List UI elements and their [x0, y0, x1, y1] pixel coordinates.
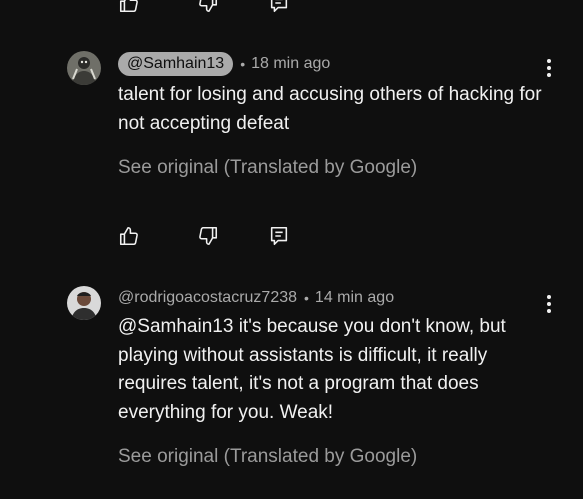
more-vert-icon[interactable] — [540, 56, 558, 80]
see-original-link[interactable]: See original (Translated by Google) — [118, 157, 417, 179]
comment-timestamp: 14 min ago — [314, 289, 395, 306]
comment-meta: @Samhain13 • 18 min ago — [118, 51, 330, 77]
thumb-up-icon[interactable] — [118, 225, 140, 247]
reply-comment-icon[interactable] — [268, 0, 290, 14]
see-original-link[interactable]: See original (Translated by Google) — [118, 446, 417, 468]
author-handle[interactable]: @Samhain13 — [118, 52, 234, 76]
comment-text: @Samhain13 it's because you don't know, … — [118, 316, 506, 423]
comment-meta: @rodrigoacostacruz7238 • 14 min ago — [118, 285, 394, 311]
comment-actions — [118, 225, 318, 249]
thumb-down-icon[interactable] — [197, 225, 219, 247]
meta-separator: • — [304, 290, 309, 306]
thumb-down-icon[interactable] — [197, 0, 219, 14]
avatar[interactable] — [67, 51, 101, 85]
comment-timestamp: 18 min ago — [251, 55, 331, 72]
avatar[interactable] — [67, 286, 101, 320]
author-handle[interactable]: @rodrigoacostacruz7238 — [118, 289, 297, 307]
meta-separator: • — [240, 56, 246, 72]
reply-comment-icon[interactable] — [268, 225, 290, 247]
comment-text: talent for losing and accusing others of… — [118, 84, 542, 134]
thumb-up-icon[interactable] — [118, 0, 140, 14]
